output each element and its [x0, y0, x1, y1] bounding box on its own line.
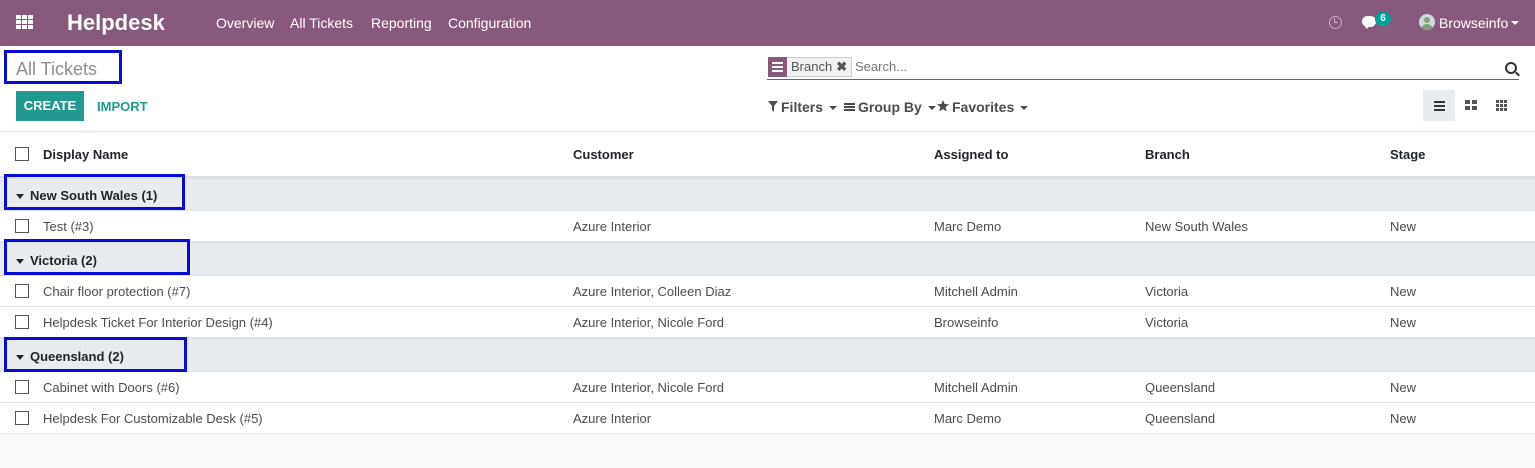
activity-clock-icon[interactable] [1329, 16, 1342, 29]
group-label-text: Queensland (2) [30, 349, 124, 364]
cell-branch: Victoria [1145, 284, 1189, 299]
filters-dropdown[interactable]: Filters [768, 99, 838, 115]
branch-facet-label: Branch [791, 59, 833, 74]
table-header: Display Name Customer Assigned to Branch… [0, 132, 1535, 178]
pivot-grid-view-button[interactable] [1487, 90, 1519, 121]
table-row[interactable]: Chair floor protection (#7) Azure Interi… [0, 276, 1535, 307]
group-caret-icon [16, 194, 24, 200]
search-input[interactable] [855, 59, 1495, 74]
cell-display-name: Helpdesk For Customizable Desk (#5) [43, 411, 263, 426]
apps-menu-icon[interactable] [16, 15, 33, 29]
group-by-bars-icon [844, 99, 855, 115]
cell-assigned-to: Mitchell Admin [934, 284, 1018, 299]
column-branch[interactable]: Branch [1145, 147, 1190, 162]
favorites-caret-icon [1020, 106, 1029, 111]
grid-view-icon [1496, 100, 1507, 111]
menu-all-tickets[interactable]: All Tickets [290, 15, 353, 31]
control-panel: All Tickets CREATE IMPORT Branch✖ Filter… [0, 46, 1535, 132]
cell-stage: New [1390, 284, 1417, 299]
filter-funnel-icon [768, 99, 778, 115]
facet-remove-icon[interactable]: ✖ [836, 59, 847, 74]
table-row[interactable]: Cabinet with Doors (#6) Azure Interior, … [0, 372, 1535, 403]
row-checkbox[interactable] [15, 380, 29, 394]
column-display-name[interactable]: Display Name [43, 147, 128, 162]
import-button[interactable]: IMPORT [97, 99, 148, 114]
cell-stage: New [1390, 315, 1417, 330]
menu-reporting[interactable]: Reporting [371, 15, 432, 31]
cell-assigned-to: Browseinfo [934, 315, 999, 330]
row-checkbox[interactable] [15, 411, 29, 425]
group-row-new-south-wales[interactable]: New South Wales (1) [0, 178, 1535, 211]
filters-label: Filters [781, 99, 824, 115]
group-by-facet-icon [768, 57, 787, 77]
group-by-label: Group By [858, 99, 922, 115]
top-navbar: Helpdesk Overview All Tickets Reporting … [0, 0, 1535, 46]
favorites-dropdown[interactable]: Favorites [937, 99, 1029, 115]
messages-count-badge: 6 [1375, 12, 1391, 26]
group-caret-icon [16, 259, 24, 265]
favorites-label: Favorites [952, 99, 1015, 115]
favorites-star-icon [937, 99, 949, 115]
group-label: New South Wales (1) [16, 188, 157, 203]
group-by-dropdown[interactable]: Group By [844, 99, 936, 115]
app-brand[interactable]: Helpdesk [67, 10, 165, 36]
column-assigned-to[interactable]: Assigned to [934, 147, 1008, 162]
list-view-button[interactable] [1423, 90, 1455, 121]
cell-assigned-to: Marc Demo [934, 219, 1002, 234]
group-label: Queensland (2) [16, 349, 124, 364]
kanban-view-icon [1465, 100, 1477, 110]
group-label-text: Victoria (2) [30, 253, 97, 268]
user-avatar[interactable] [1419, 14, 1435, 30]
cell-customer: Azure Interior [573, 411, 652, 426]
filters-caret-icon [829, 106, 838, 111]
user-menu-caret-icon[interactable] [1511, 21, 1519, 25]
cell-display-name: Cabinet with Doors (#6) [43, 380, 180, 395]
group-label-text: New South Wales (1) [30, 188, 158, 203]
cell-branch: Queensland [1145, 411, 1216, 426]
table-row[interactable]: Helpdesk For Customizable Desk (#5) Azur… [0, 403, 1535, 434]
select-all-checkbox[interactable] [15, 147, 29, 161]
menu-overview[interactable]: Overview [216, 15, 274, 31]
messages-chat-icon[interactable] [1362, 16, 1376, 29]
group-row-queensland[interactable]: Queensland (2) [0, 338, 1535, 372]
cell-assigned-to: Mitchell Admin [934, 380, 1018, 395]
cell-branch: Queensland [1145, 380, 1216, 395]
page-title: All Tickets [16, 59, 98, 79]
group-by-caret-icon [927, 106, 936, 111]
cell-display-name: Helpdesk Ticket For Interior Design (#4) [43, 315, 273, 330]
group-row-victoria[interactable]: Victoria (2) [0, 242, 1535, 276]
row-checkbox[interactable] [15, 315, 29, 329]
menu-configuration[interactable]: Configuration [448, 15, 531, 31]
cell-customer: Azure Interior, Colleen Diaz [573, 284, 732, 299]
kanban-view-button[interactable] [1455, 90, 1487, 121]
cell-display-name: Test (#3) [43, 219, 94, 234]
search-bar: Branch ✖ [767, 56, 1519, 80]
column-customer[interactable]: Customer [573, 147, 634, 162]
cell-stage: New [1390, 380, 1417, 395]
row-checkbox[interactable] [15, 284, 29, 298]
cell-stage: New [1390, 411, 1417, 426]
cell-assigned-to: Marc Demo [934, 411, 1002, 426]
cell-display-name: Chair floor protection (#7) [43, 284, 191, 299]
column-stage[interactable]: Stage [1390, 147, 1425, 162]
cell-customer: Azure Interior, Nicole Ford [573, 315, 725, 330]
table-row[interactable]: Test (#3) Azure Interior Marc Demo New S… [0, 211, 1535, 242]
row-checkbox[interactable] [15, 219, 29, 233]
table-row[interactable]: Helpdesk Ticket For Interior Design (#4)… [0, 307, 1535, 338]
group-caret-icon [16, 355, 24, 361]
create-button[interactable]: CREATE [16, 91, 84, 121]
cell-branch: New South Wales [1145, 219, 1248, 234]
user-menu-name[interactable]: Browseinfo [1439, 15, 1508, 31]
cell-customer: Azure Interior, Nicole Ford [573, 380, 725, 395]
search-icon[interactable] [1505, 62, 1517, 74]
branch-facet: Branch ✖ [787, 57, 853, 77]
cell-customer: Azure Interior [573, 219, 652, 234]
group-label: Victoria (2) [16, 253, 97, 268]
cell-branch: Victoria [1145, 315, 1189, 330]
cell-stage: New [1390, 219, 1417, 234]
